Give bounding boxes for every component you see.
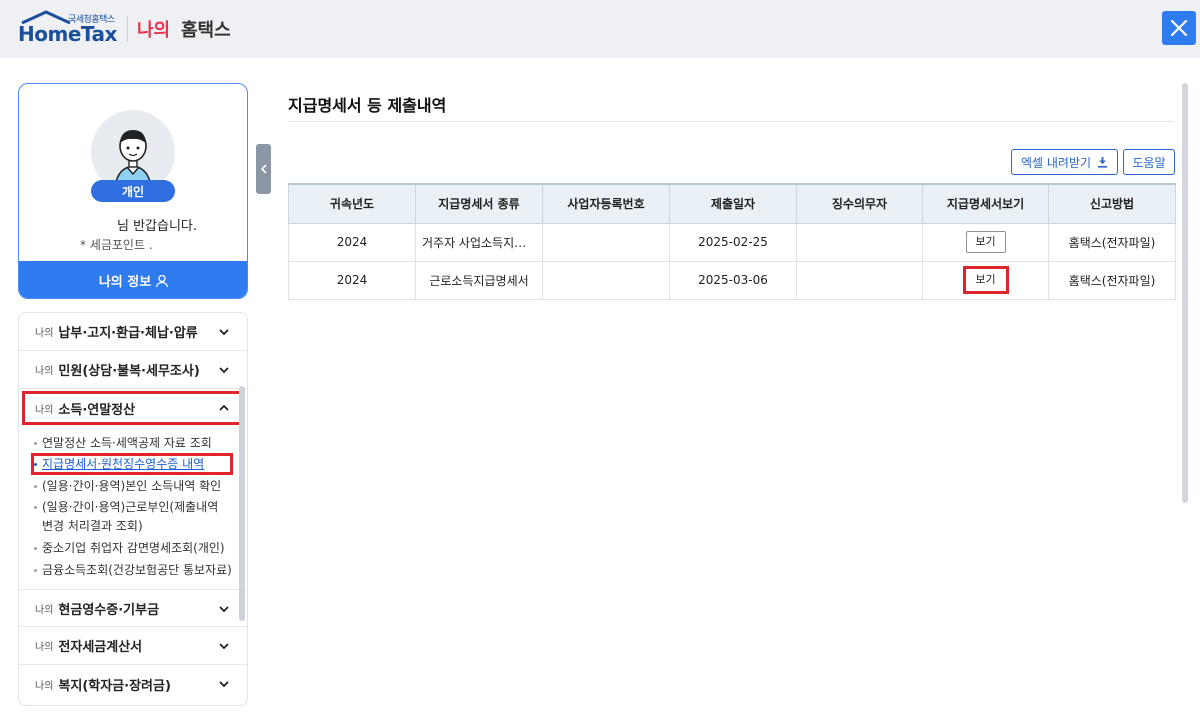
- table-header-row: 귀속년도 지급명세서 종류 사업자등록번호 제출일자 징수의무자 지급명세서보기…: [288, 183, 1176, 224]
- cell-year: 2024: [288, 260, 416, 300]
- menu-item-cash-receipt[interactable]: 나의 현금영수증·기부금: [19, 589, 247, 627]
- cell-type: 근로소득지급명세서: [415, 260, 543, 300]
- column-header: 제출일자: [669, 183, 797, 224]
- my-info-button[interactable]: 나의 정보: [19, 261, 247, 298]
- tax-point-text: * 세금포인트 .: [80, 238, 153, 252]
- menu-item-label: 납부·고지·환급·체납·압류: [58, 326, 198, 341]
- person-icon: [156, 274, 169, 287]
- cell-bizno: [542, 222, 670, 262]
- highlight-view-button: 보기: [962, 266, 1009, 294]
- submenu-daily-income-check[interactable]: (일용·간이·용역)본인 소득내역 확인: [34, 477, 221, 496]
- menu-item-civil[interactable]: 나의 민원(상담·불복·세무조사): [19, 351, 247, 389]
- menu-prefix: 나의: [35, 680, 54, 692]
- menu-item-label: 소득·연말정산: [58, 402, 136, 418]
- chevron-down-icon: [219, 606, 229, 613]
- download-icon: [1098, 157, 1108, 168]
- menu-item-e-invoice[interactable]: 나의 전자세금계산서: [19, 627, 247, 665]
- greeting-text: 님 반갑습니다.: [116, 219, 198, 234]
- submenu-daily-denial[interactable]: (일용·간이·용역)근로부인(제출내역: [34, 498, 218, 517]
- close-icon: [1170, 19, 1188, 37]
- chevron-down-icon: [219, 367, 229, 374]
- menu-prefix: 나의: [35, 366, 54, 377]
- cell-method: 홈택스(전자파일): [1048, 222, 1176, 262]
- sidebar-collapse-handle[interactable]: [256, 144, 271, 194]
- cell-view: 보기: [922, 260, 1049, 300]
- excel-download-label: 엑셀 내려받기: [1020, 155, 1092, 170]
- my-info-label: 나의 정보: [98, 275, 152, 290]
- title-divider: [288, 121, 1174, 122]
- main-scrollbar[interactable]: [1182, 83, 1188, 503]
- cell-year: 2024: [288, 222, 416, 262]
- cell-method: 홈택스(전자파일): [1048, 260, 1176, 300]
- cell-payer: [796, 260, 923, 300]
- cell-bizno: [542, 260, 670, 300]
- menu-prefix: 나의: [35, 604, 54, 616]
- cell-view: 보기: [922, 222, 1049, 262]
- column-header: 사업자등록번호: [542, 183, 670, 224]
- submenu-year-end-data[interactable]: 연말정산 소득·세액공제 자료 조회: [34, 434, 212, 453]
- menu-item-label: 복지(학자금·장려금): [58, 678, 171, 694]
- column-header: 귀속년도: [288, 183, 416, 224]
- menu-item-label: 전자세금계산서: [58, 640, 143, 655]
- menu-item-income[interactable]: 나의 소득·연말정산: [19, 389, 247, 427]
- table-row: 2024 거주자 사업소득지급명세서 2025-02-25 보기 홈택스(전자파…: [288, 222, 1176, 262]
- logo-divider: [127, 16, 128, 42]
- chevron-left-icon: [260, 164, 267, 174]
- logo-text: HomeTax: [18, 22, 117, 46]
- submenu-financial-income[interactable]: 금융소득조회(건강보험공단 통보자료): [34, 561, 232, 580]
- brand-hometax: 홈택스: [181, 20, 231, 41]
- hometax-logo[interactable]: 국세청홈택스 HomeTax: [18, 10, 122, 46]
- column-header: 신고방법: [1048, 183, 1176, 224]
- menu-scrollbar[interactable]: [239, 386, 245, 621]
- menu-item-payment[interactable]: 나의 납부·고지·환급·체납·압류: [19, 313, 247, 351]
- view-button[interactable]: 보기: [965, 231, 1006, 253]
- column-header: 지급명세서 종류: [415, 183, 543, 224]
- menu-prefix: 나의: [35, 642, 54, 653]
- chevron-down-icon: [219, 681, 229, 688]
- menu-item-label: 민원(상담·불복·세무조사): [58, 364, 200, 379]
- cell-type: 거주자 사업소득지급명세서: [415, 222, 543, 262]
- top-bar: 국세청홈택스 HomeTax 나의 홈택스: [0, 0, 1200, 58]
- chevron-down-icon: [219, 329, 229, 336]
- cell-date: 2025-02-25: [669, 222, 797, 262]
- page-title: 지급명세서 등 제출내역: [288, 96, 447, 115]
- chevron-up-icon: [219, 404, 229, 411]
- close-button[interactable]: [1162, 11, 1196, 45]
- side-menu: 나의 납부·고지·환급·체납·압류 나의 민원(상담·불복·세무조사) 나의 소…: [18, 312, 248, 706]
- submission-table: 귀속년도 지급명세서 종류 사업자등록번호 제출일자 징수의무자 지급명세서보기…: [288, 183, 1176, 300]
- menu-item-label: 현금영수증·기부금: [58, 602, 160, 618]
- cell-payer: [796, 222, 923, 262]
- brand-my: 나의: [137, 20, 171, 41]
- chevron-down-icon: [219, 643, 229, 650]
- submenu-sme-reduction[interactable]: 중소기업 취업자 감면명세조회(개인): [34, 539, 225, 558]
- profile-card: 개인 님 반갑습니다. * 세금포인트 . 나의 정보: [18, 83, 248, 299]
- help-button[interactable]: 도움말: [1123, 149, 1175, 175]
- view-button[interactable]: 보기: [968, 272, 1003, 288]
- menu-item-welfare[interactable]: 나의 복지(학자금·장려금): [19, 665, 247, 703]
- user-type-badge: 개인: [91, 180, 175, 202]
- menu-prefix: 나의: [35, 404, 54, 416]
- menu-prefix: 나의: [35, 328, 54, 339]
- column-header: 지급명세서보기: [922, 183, 1049, 224]
- submenu-payment-statement[interactable]: 지급명세서·원천징수영수증 내역: [34, 455, 204, 474]
- column-header: 징수의무자: [796, 183, 923, 224]
- submenu-daily-denial-cont[interactable]: 변경 처리결과 조회): [42, 517, 143, 536]
- table-row: 2024 근로소득지급명세서 2025-03-06 보기 홈택스(전자파일): [288, 260, 1176, 300]
- excel-download-button[interactable]: 엑셀 내려받기: [1011, 149, 1118, 175]
- cell-date: 2025-03-06: [669, 260, 797, 300]
